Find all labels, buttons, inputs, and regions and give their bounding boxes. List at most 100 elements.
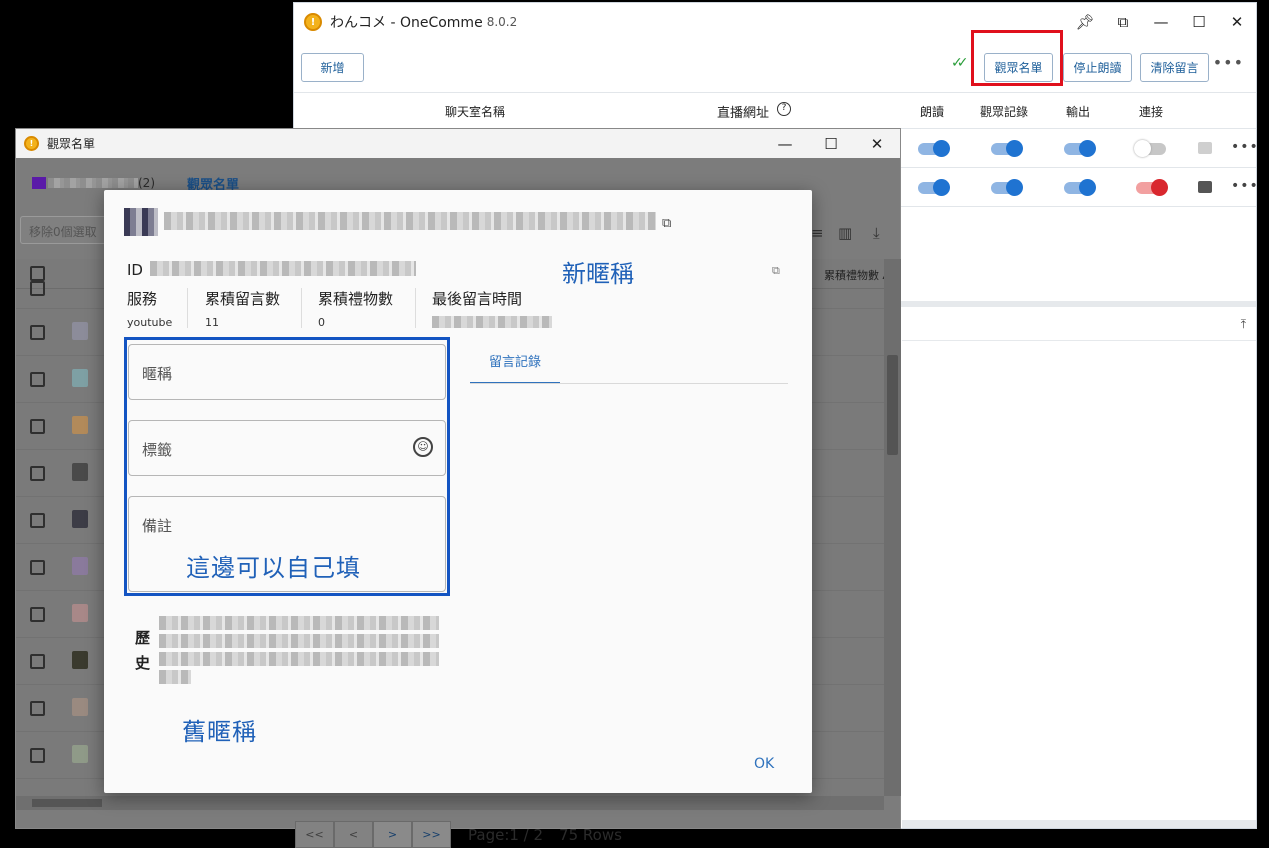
select-all-checkbox[interactable] <box>30 266 45 281</box>
read-aloud-toggle[interactable] <box>918 179 950 196</box>
owner-count: (2) <box>138 176 155 190</box>
viewer-record-toggle[interactable] <box>991 140 1023 157</box>
connect-toggle[interactable] <box>1136 179 1168 196</box>
onecomme-logo: ! <box>24 136 39 151</box>
history-names-blurred <box>159 616 439 630</box>
history-names-blurred <box>159 634 439 648</box>
maximize-icon[interactable]: ☐ <box>808 129 854 158</box>
stat-last-comment-time: 最後留言時間 <box>432 288 552 328</box>
annotation-old-nickname: 舊暱稱 <box>182 718 257 746</box>
col-output: 輸出 <box>1066 105 1091 119</box>
row-checkbox[interactable] <box>30 466 45 481</box>
clear-comments-button[interactable]: 清除留言 <box>1140 53 1209 82</box>
row-checkbox[interactable] <box>30 419 45 434</box>
row-checkbox[interactable] <box>30 560 45 575</box>
avatar <box>72 604 88 622</box>
viewer-detail-dialog: ⧉ ID ⧉ 新暱稱 服務 youtube 累積留言數 11 累積禮物數 0 最… <box>104 190 812 793</box>
row-checkbox[interactable] <box>30 748 45 763</box>
pin-icon[interactable]: 📌︎ <box>1066 3 1104 41</box>
row-checkbox[interactable] <box>30 654 45 669</box>
bottom-bar <box>902 820 1256 828</box>
stat-gift-count: 累積禮物數 0 <box>318 290 394 329</box>
more-options-icon[interactable]: ••• <box>1213 53 1244 72</box>
viewer-name-blurred <box>164 212 656 230</box>
ok-button[interactable]: OK <box>754 756 774 772</box>
filter-icon[interactable]: ≡ <box>811 224 824 242</box>
new-button[interactable]: 新增 <box>301 53 364 82</box>
row-checkbox[interactable] <box>30 325 45 340</box>
chat-icon[interactable] <box>1198 181 1212 193</box>
minimize-icon[interactable]: — <box>762 129 808 158</box>
col-room-name: 聊天室名稱 <box>445 105 506 119</box>
stat-divider <box>301 288 302 328</box>
double-check-icon: ✓✓ <box>951 55 969 71</box>
stop-reading-button[interactable]: 停止朗讀 <box>1063 53 1132 82</box>
row-more-icon[interactable]: ••• <box>1231 178 1259 194</box>
avatar <box>72 745 88 763</box>
row-checkbox[interactable] <box>30 372 45 387</box>
output-toggle[interactable] <box>1064 140 1096 157</box>
viewer-avatar <box>124 208 158 236</box>
id-label: ID <box>127 261 143 279</box>
connect-toggle[interactable] <box>1134 140 1166 157</box>
highlight-box-viewer-list <box>971 30 1063 86</box>
stat-divider <box>187 288 188 328</box>
avatar <box>72 698 88 716</box>
stat-comment-count: 累積留言數 11 <box>205 290 281 329</box>
viewer-record-toggle[interactable] <box>991 179 1023 196</box>
remove-selected-button[interactable]: 移除0個選取 <box>20 216 116 244</box>
last-page-button[interactable]: >> <box>412 821 451 848</box>
tab-owner[interactable]: (2) <box>32 176 155 190</box>
prev-page-button[interactable]: < <box>334 821 373 848</box>
maximize-icon[interactable]: ☐ <box>1180 3 1218 41</box>
row-checkbox[interactable] <box>30 701 45 716</box>
history-names-blurred <box>159 670 191 684</box>
close-icon[interactable]: ✕ <box>1218 3 1256 41</box>
row-checkbox[interactable] <box>30 513 45 528</box>
main-title-bar: ! わんコメ - OneComme 8.0.2 📌︎ ⧉ — ☐ ✕ <box>294 3 1256 41</box>
tab-underline <box>470 383 788 384</box>
room-table-header: 聊天室名稱 直播網址 ? 朗讀 觀眾記錄 輸出 連接 <box>294 93 1256 129</box>
output-toggle[interactable] <box>1064 179 1096 196</box>
close-icon[interactable]: ✕ <box>854 129 900 158</box>
chat-icon[interactable] <box>1198 142 1212 154</box>
columns-icon[interactable]: ▥ <box>838 224 852 242</box>
last-comment-time-blurred <box>432 316 552 328</box>
comment-panel-header: ⤒ <box>902 309 1256 341</box>
col-viewer-record: 觀眾記錄 <box>980 105 1029 119</box>
tab-comment-history[interactable]: 留言記錄 <box>470 340 560 384</box>
viewer-window-controls: — ☐ ✕ <box>762 129 900 158</box>
next-page-button[interactable]: > <box>373 821 412 848</box>
pip-icon[interactable]: ⧉ <box>1104 3 1142 41</box>
avatar <box>72 369 88 387</box>
app-title: わんコメ - OneComme <box>330 15 483 31</box>
owner-avatar <box>32 177 46 189</box>
row-checkbox[interactable] <box>30 607 45 622</box>
help-icon[interactable]: ? <box>777 102 791 116</box>
first-page-button[interactable]: << <box>295 821 334 848</box>
annotation-new-nickname: 新暱稱 <box>562 260 634 288</box>
avatar <box>72 463 88 481</box>
app-version: 8.0.2 <box>486 15 518 29</box>
row-more-icon[interactable]: ••• <box>1231 139 1259 155</box>
col-gift-count[interactable]: 累積禮物數 ▴ <box>824 267 888 283</box>
open-channel-icon[interactable]: ⧉ <box>662 216 671 231</box>
scroll-top-icon[interactable]: ⤒ <box>1241 317 1246 332</box>
row-checkbox[interactable] <box>30 281 45 296</box>
download-icon[interactable]: ⤓ <box>873 224 880 242</box>
viewer-window-title: 觀眾名單 <box>47 137 96 151</box>
vertical-scrollbar[interactable] <box>884 259 901 796</box>
avatar <box>72 651 88 669</box>
avatar <box>72 557 88 575</box>
stat-service: 服務 youtube <box>127 290 173 329</box>
minimize-icon[interactable]: — <box>1142 3 1180 41</box>
viewer-title-bar: ! 觀眾名單 — ☐ ✕ <box>16 129 900 158</box>
horizontal-scrollbar[interactable] <box>16 796 884 810</box>
read-aloud-toggle[interactable] <box>918 140 950 157</box>
col-read-aloud: 朗讀 <box>920 105 945 119</box>
viewer-id-blurred <box>150 261 416 276</box>
owner-name-blurred <box>48 178 138 188</box>
pager: << < > >> Page:1 / 2 75 Rows <box>295 821 622 848</box>
col-stream-url: 直播網址 <box>717 106 770 121</box>
copy-icon[interactable]: ⧉ <box>772 264 780 278</box>
